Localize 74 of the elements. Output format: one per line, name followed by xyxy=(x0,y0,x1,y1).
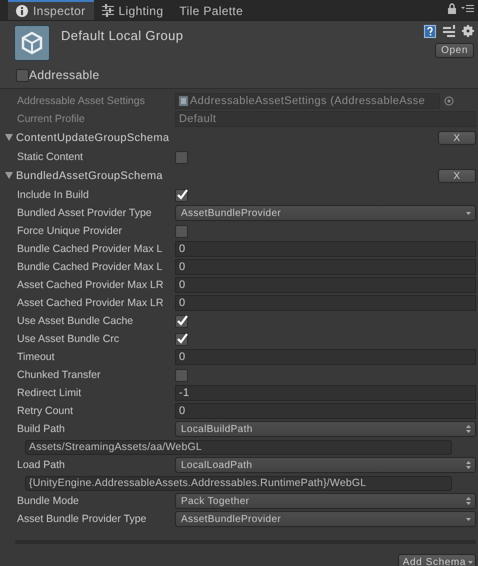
section-foldout[interactable]: ContentUpdateGroupSchema xyxy=(5,132,170,144)
number-field[interactable]: 0 xyxy=(175,295,476,311)
number-field[interactable]: 0 xyxy=(175,277,476,293)
field-label: Static Content xyxy=(16,151,84,163)
checkbox[interactable] xyxy=(175,314,188,328)
open-button[interactable]: Open xyxy=(435,43,474,58)
field-label: Bundled Asset Provider Type xyxy=(16,207,153,219)
field-label: Retry Count xyxy=(16,405,74,417)
field-label: Redirect Limit xyxy=(16,387,82,399)
info-icon xyxy=(16,5,28,17)
section-foldout[interactable]: BundledAssetGroupSchema xyxy=(5,170,163,182)
object-field[interactable]: AddressableAssetSettings (AddressableAsse xyxy=(175,93,440,109)
checkbox[interactable] xyxy=(175,332,188,346)
field-label: Force Unique Provider xyxy=(16,225,124,237)
presets-icon[interactable] xyxy=(443,25,455,37)
field-label: Include In Build xyxy=(16,189,90,201)
menu-icon xyxy=(461,2,474,14)
check-icon xyxy=(176,188,188,200)
dropdown[interactable]: AssetBundleProvider xyxy=(175,205,476,221)
updown-arrow-icon xyxy=(466,497,471,505)
add-schema-button[interactable]: Add Schema xyxy=(398,554,476,566)
updown-arrow-icon xyxy=(466,425,471,433)
checkbox[interactable] xyxy=(16,68,29,82)
field-label: Asset Cached Provider Max LR xyxy=(16,279,164,291)
expanded-triangle-icon xyxy=(5,134,13,142)
path-field: Assets/StreamingAssets/aa/WebGL xyxy=(25,440,452,454)
number-field[interactable]: 0 xyxy=(175,403,476,419)
field-label: Chunked Transfer xyxy=(16,369,102,381)
checkbox[interactable] xyxy=(175,150,188,164)
object-picker-icon xyxy=(444,96,454,106)
help-book-icon[interactable] xyxy=(424,25,436,38)
number-field[interactable]: 0 xyxy=(175,349,476,365)
number-field[interactable]: 0 xyxy=(175,259,476,275)
field-label: Bundle Cached Provider Max L xyxy=(16,261,164,273)
asset-title: Default Local Group xyxy=(60,27,184,45)
updown-arrow-icon xyxy=(466,461,471,469)
field-label: Use Asset Bundle Cache xyxy=(16,315,134,327)
unity-cube-icon xyxy=(14,25,50,61)
asset-icon xyxy=(179,96,188,106)
field-label: Use Asset Bundle Crc xyxy=(16,333,120,345)
tab[interactable]: Tile Palette xyxy=(171,1,252,20)
dropdown[interactable]: LocalBuildPath xyxy=(175,421,476,437)
field-label: Bundle Mode xyxy=(16,495,80,507)
dropdown-arrow-icon xyxy=(466,212,471,214)
expanded-triangle-icon xyxy=(5,172,13,180)
field-label: Asset Bundle Provider Type xyxy=(16,513,148,525)
checkbox[interactable] xyxy=(175,188,188,202)
settings-icon[interactable] xyxy=(462,25,474,37)
dropdown[interactable]: AssetBundleProvider xyxy=(175,511,476,527)
remove-button[interactable]: X xyxy=(438,131,476,145)
checkbox[interactable] xyxy=(175,368,188,382)
dropdown-arrow-icon xyxy=(466,518,471,520)
field-label: Asset Cached Provider Max LR xyxy=(16,297,164,309)
number-field[interactable]: -1 xyxy=(175,385,476,401)
path-field: {UnityEngine.AddressableAssets.Addressables.RuntimePath}/WebGL xyxy=(25,476,452,490)
lock-icon xyxy=(447,3,457,14)
checkbox-label: Addressable xyxy=(29,68,100,82)
check-icon xyxy=(176,332,188,344)
checkbox[interactable] xyxy=(175,224,188,238)
dropdown[interactable]: LocalLoadPath xyxy=(175,457,476,473)
field-label: Load Path xyxy=(16,459,66,471)
check-icon xyxy=(176,314,188,326)
tab[interactable]: Lighting xyxy=(94,1,172,20)
dropdown[interactable]: Pack Together xyxy=(175,493,476,509)
field-label: Current Profile xyxy=(16,113,86,125)
field-label: Timeout xyxy=(16,351,56,363)
field-label: Bundle Cached Provider Max L xyxy=(16,243,164,255)
remove-button[interactable]: X xyxy=(438,169,476,183)
caret-icon xyxy=(468,560,473,564)
number-field[interactable]: 0 xyxy=(175,241,476,257)
field-label: Addressable Asset Settings xyxy=(16,95,146,107)
field-label: Build Path xyxy=(16,423,66,435)
tab[interactable]: Inspector xyxy=(8,0,94,20)
sliders-icon xyxy=(102,4,114,17)
